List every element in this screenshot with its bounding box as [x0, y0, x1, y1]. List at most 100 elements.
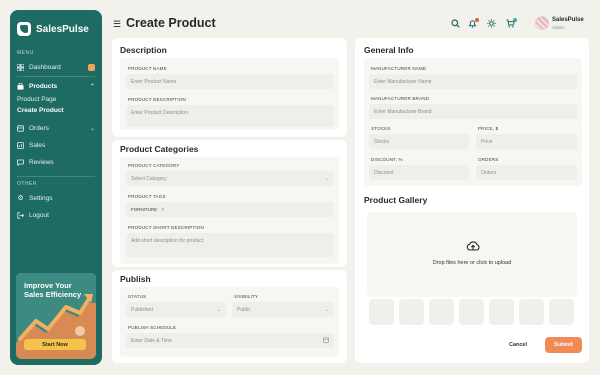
submit-button[interactable]: Submit	[545, 337, 582, 353]
general-info-title: General Info	[364, 45, 414, 55]
sidebar-item-orders[interactable]: Orders ⌄	[17, 122, 95, 134]
other-section-label: OTHER	[17, 181, 37, 187]
upload-cloud-icon	[466, 241, 480, 251]
message-icon	[17, 159, 24, 166]
visibility-label: VISIBILITY	[234, 294, 259, 299]
logout-icon	[17, 211, 24, 219]
price-label: PRICE, $	[478, 126, 499, 131]
sidebar-item-label: Logout	[29, 211, 49, 219]
sidebar-item-settings[interactable]: ⚙ Settings	[17, 192, 95, 204]
stocks-input[interactable]: Stocks	[369, 134, 469, 149]
sidebar-subitem-create-product[interactable]: Create Product	[17, 107, 64, 114]
grid-icon	[17, 63, 24, 71]
cart-dot	[513, 18, 517, 22]
tag-chip: FORNITURE	[131, 207, 158, 212]
stocks-placeholder: Stocks	[374, 138, 390, 145]
status-select[interactable]: Published ⌄	[126, 302, 226, 317]
product-tags-label: PRODUCT TAGS	[128, 194, 166, 199]
visibility-select[interactable]: Public ⌄	[232, 302, 334, 317]
product-category-value: Select Category	[131, 175, 167, 182]
sidebar-item-label: Reviews	[29, 158, 54, 166]
bag-icon	[17, 82, 24, 90]
orders-placeholder: Orders	[481, 169, 497, 176]
brand[interactable]: SalesPulse	[17, 22, 89, 36]
remove-tag-icon[interactable]: ×	[161, 207, 164, 213]
chevron-down-icon: ⌄	[324, 306, 329, 313]
publish-schedule-label: PUBLISH SCHEDULE	[128, 325, 177, 330]
sidebar-subitem-product-page[interactable]: Product Page	[17, 96, 56, 103]
product-name-input[interactable]: Enter Product Name	[126, 74, 334, 89]
sidebar-item-label: Settings	[29, 194, 53, 202]
manufacturer-brand-label: MANUFACTURER BRAND	[371, 96, 430, 101]
price-input[interactable]: Price	[476, 134, 577, 149]
product-tags-input[interactable]: FORNITURE ×	[126, 202, 334, 217]
discount-label: DISCOUNT, %	[371, 157, 403, 162]
manufacturer-name-label: MANUFACTURER NAME	[371, 66, 427, 71]
avatar[interactable]	[535, 16, 549, 30]
dashboard-badge	[88, 63, 95, 71]
brand-logo-icon	[17, 22, 31, 36]
user-role: Admin	[552, 25, 565, 30]
product-category-select[interactable]: Select Category ⌄	[126, 171, 334, 186]
chevron-down-icon: ⌄	[89, 125, 95, 132]
sidebar-divider	[17, 76, 95, 77]
short-description-placeholder: Add short description for product	[131, 238, 204, 244]
sidebar: SalesPulse MENU Dashboard Products ⌃ Pro…	[10, 10, 102, 365]
short-description-input[interactable]: Add short description for product	[126, 233, 334, 257]
visibility-value: Public	[237, 306, 251, 313]
gallery-thumbnail[interactable]	[429, 299, 454, 325]
orders-label: ORDERS	[478, 157, 499, 162]
discount-input[interactable]: Discount	[369, 165, 469, 180]
manufacturer-name-input[interactable]: Enter Manufacturer Name	[369, 74, 577, 89]
chevron-down-icon: ⌄	[216, 306, 221, 313]
sidebar-item-products[interactable]: Products ⌃	[17, 80, 95, 92]
price-placeholder: Price	[481, 138, 493, 145]
chart-icon	[17, 141, 24, 149]
gallery-thumbnail[interactable]	[519, 299, 544, 325]
brand-name: SalesPulse	[36, 23, 89, 35]
manufacturer-brand-placeholder: Enter Manufacturer Brand	[374, 108, 432, 115]
upload-dropzone[interactable]: Drop files here or click to upload	[367, 212, 577, 297]
description-title: Description	[120, 45, 167, 55]
sidebar-item-label: Sales	[29, 141, 46, 149]
calendar-icon[interactable]	[323, 337, 329, 345]
start-now-button[interactable]: Start Now	[24, 339, 86, 350]
status-value: Published	[131, 306, 153, 313]
publish-schedule-input[interactable]: Enter Date & Time	[126, 333, 334, 348]
menu-section-label: MENU	[17, 50, 34, 56]
sun-icon[interactable]	[486, 18, 497, 29]
cancel-button[interactable]: Cancel	[500, 337, 536, 353]
gallery-thumbnail[interactable]	[549, 299, 574, 325]
gallery-thumbnail[interactable]	[399, 299, 424, 325]
gallery-thumbnail[interactable]	[459, 299, 484, 325]
sidebar-divider	[17, 176, 95, 177]
gallery-thumbnail[interactable]	[489, 299, 514, 325]
menu-toggle-icon[interactable]: ☰	[113, 19, 121, 30]
sidebar-item-dashboard[interactable]: Dashboard	[17, 61, 95, 73]
promo-title: Improve Your Sales Efficiency	[24, 281, 82, 299]
manufacturer-brand-input[interactable]: Enter Manufacturer Brand	[369, 104, 577, 119]
product-description-input[interactable]: Enter Product Description	[126, 105, 334, 127]
notification-dot	[475, 18, 479, 22]
sidebar-item-logout[interactable]: Logout	[17, 209, 95, 221]
search-icon[interactable]	[450, 18, 461, 29]
sidebar-item-label: Dashboard	[29, 63, 61, 71]
product-description-label: PRODUCT DESCRIPTION	[128, 97, 186, 102]
page-title: Create Product	[126, 16, 216, 30]
orders-input[interactable]: Orders	[476, 165, 577, 180]
stocks-label: STOCKS	[371, 126, 391, 131]
sidebar-item-reviews[interactable]: Reviews	[17, 156, 95, 168]
publish-schedule-placeholder: Enter Date & Time	[131, 337, 172, 344]
product-description-placeholder: Enter Product Description	[131, 110, 188, 116]
sidebar-item-sales[interactable]: Sales	[17, 139, 95, 151]
sidebar-item-label: Products	[29, 82, 58, 90]
drop-text: Drop files here or click to upload	[432, 260, 512, 266]
sidebar-item-label: Orders	[29, 124, 49, 132]
product-gallery-title: Product Gallery	[364, 195, 428, 205]
publish-title: Publish	[120, 274, 151, 284]
status-label: STATUS	[128, 294, 147, 299]
product-name-placeholder: Enter Product Name	[131, 78, 177, 85]
product-category-label: PRODUCT CATEGORY	[128, 163, 180, 168]
gallery-thumbnail[interactable]	[369, 299, 394, 325]
categories-title: Product Categories	[120, 144, 199, 154]
